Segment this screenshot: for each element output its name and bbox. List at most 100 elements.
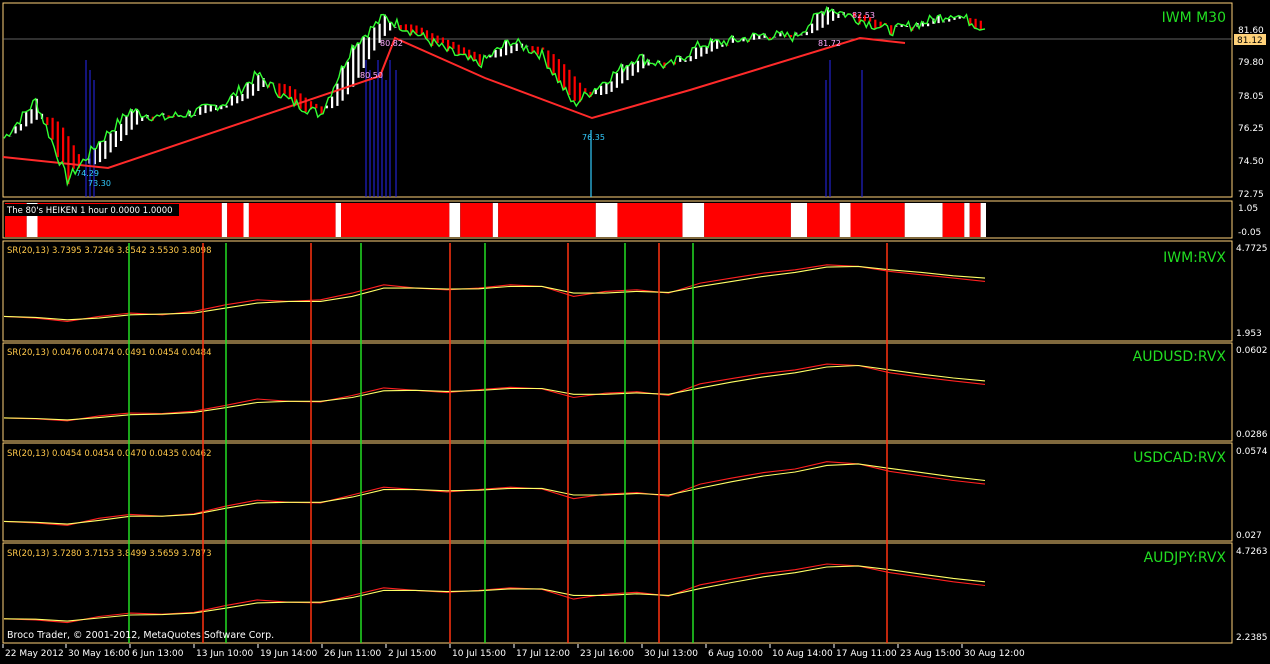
heiken-bar (289, 86, 291, 99)
high-label: 82.53 (852, 11, 875, 20)
heiken-segment (249, 203, 336, 237)
heiken-bar (389, 22, 391, 30)
heiken-bar (616, 73, 618, 88)
heiken-bar (331, 97, 333, 109)
heiken-bar (437, 36, 439, 44)
price-tick: 79.80 (1238, 58, 1264, 68)
heiken-bar (611, 81, 613, 92)
rvx-title: IWM:RVX (1163, 250, 1226, 266)
symbol-title: IWM M30 (1162, 10, 1226, 26)
rvx-info: SR(20,13) 3.7280 3.7153 3.8499 3.5659 3.… (7, 549, 212, 559)
heiken-bar (210, 105, 212, 112)
rvx-scale-top: 0.0602 (1236, 346, 1268, 356)
low-label: 73.30 (88, 179, 111, 188)
heiken-bar (553, 54, 555, 75)
heiken-segment (970, 203, 981, 237)
heiken-bar (415, 26, 417, 34)
heiken-bar (46, 117, 48, 125)
rvx-title: AUDJPY:RVX (1144, 550, 1227, 566)
heiken-bar (626, 66, 628, 80)
price-chart-svg[interactable]: 74.29 73.30 76.35 80.50 80.82 81.72 82.5… (0, 0, 1270, 660)
heiken-bar (690, 56, 692, 61)
rvx-scale-bottom: 2.2385 (1236, 633, 1268, 643)
price-tick: 72.75 (1238, 190, 1264, 200)
date-axis: 22 May 201230 May 16:006 Jun 13:0013 Jun… (3, 644, 1025, 659)
heiken-segment (964, 203, 969, 237)
heiken-bar (811, 24, 813, 33)
heiken-bar (537, 47, 539, 55)
date-label: 17 Aug 11:00 (836, 649, 897, 659)
heiken-bar (284, 84, 286, 94)
date-label: 6 Aug 10:00 (708, 649, 763, 659)
heiken-bar (695, 48, 697, 60)
heiken-bar (315, 104, 317, 108)
rvx-info: SR(20,13) 0.0476 0.0474 0.0491 0.0454 0.… (7, 348, 212, 358)
heiken-bar (257, 75, 259, 91)
rvx-pane[interactable]: SR(20,13) 3.7280 3.7153 3.8499 3.5659 3.… (3, 543, 1268, 643)
heiken-segment (498, 203, 596, 237)
heiken-bar (568, 70, 570, 95)
heiken-segment (807, 203, 840, 237)
heiken-bar (716, 40, 718, 49)
heiken-segment (449, 203, 460, 237)
heiken-bar (452, 42, 454, 49)
heiken-bar (104, 141, 106, 159)
date-label: 30 May 16:00 (68, 649, 130, 659)
heiken-bar (305, 98, 307, 112)
rvx-pane[interactable]: SR(20,13) 0.0454 0.0454 0.0470 0.0435 0.… (3, 443, 1268, 541)
heiken-bar (500, 49, 502, 57)
heiken-bar (57, 122, 59, 158)
heiken-bar (980, 21, 982, 30)
heiken-bar (700, 47, 702, 56)
heiken-segment (493, 203, 498, 237)
heiken-bar (336, 84, 338, 106)
heiken-bar (110, 133, 112, 152)
heiken-bar (125, 116, 127, 135)
rvx-title: AUDUSD:RVX (1133, 349, 1227, 365)
heiken-segment (341, 203, 449, 237)
heiken-bar (547, 51, 549, 69)
heiken-bar (479, 54, 481, 65)
heiken-bar (405, 24, 407, 31)
heiken-bar (975, 19, 977, 28)
heiken-segment (943, 203, 965, 237)
heiken-bar (426, 30, 428, 38)
heiken-segment (617, 203, 682, 237)
heiken-bar (495, 50, 497, 58)
main-price-pane[interactable]: 74.29 73.30 76.35 80.50 80.82 81.72 82.5… (3, 3, 1266, 200)
heiken-bar (458, 45, 460, 56)
heiken-bar (241, 94, 243, 101)
heiken-bar (199, 107, 201, 115)
heiken-bar (890, 25, 892, 34)
heiken-bar (605, 83, 607, 95)
heiken-bar (510, 46, 512, 54)
rvx-scale-bottom: 1.953 (1236, 329, 1262, 339)
heiken-indicator-pane[interactable]: The 80's HEIKEN 1 hour 0.0000 1.0000 1.0… (3, 201, 1261, 238)
date-label: 6 Jun 13:00 (132, 649, 184, 659)
heiken-bar (342, 66, 344, 101)
rvx-scale-top: 4.7263 (1236, 547, 1268, 557)
heiken-bar (368, 37, 370, 59)
date-label: 30 Aug 12:00 (964, 649, 1025, 659)
heiken-bar (136, 109, 138, 125)
heiken-bar (299, 93, 301, 108)
price-tick: 74.50 (1238, 157, 1264, 167)
rvx-scale-top: 0.0574 (1236, 447, 1268, 457)
high-label: 80.50 (360, 71, 383, 80)
low-label: 74.29 (76, 169, 99, 178)
heiken-segment (851, 203, 905, 237)
heiken-segment (981, 203, 986, 237)
heiken-segment (683, 203, 705, 237)
heiken-bar (52, 118, 54, 140)
price-tick: 78.05 (1238, 92, 1264, 102)
heiken-bar (574, 76, 576, 101)
rvx-info: SR(20,13) 3.7395 3.7246 3.8542 3.5530 3.… (7, 246, 212, 256)
heiken-bar (30, 109, 32, 123)
heiken-bar (120, 124, 122, 141)
heiken-bar (231, 96, 233, 106)
heiken-segment (704, 203, 791, 237)
heiken-bar (442, 38, 444, 44)
current-price-label: 81.12 (1237, 36, 1263, 46)
rvx-panes[interactable]: SR(20,13) 3.7395 3.7246 3.8542 3.5530 3.… (3, 241, 1268, 643)
heiken-label: The 80's HEIKEN 1 hour 0.0000 1.0000 (6, 206, 173, 216)
